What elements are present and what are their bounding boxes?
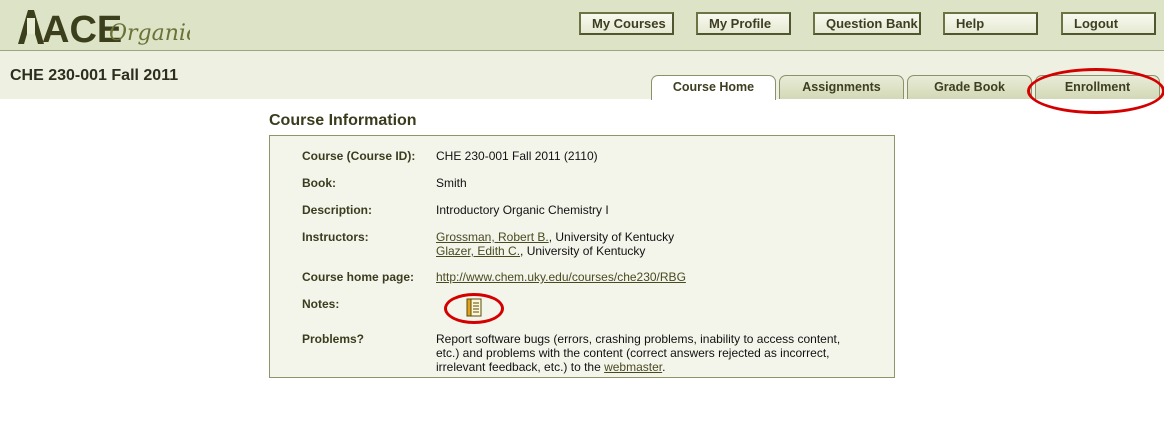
ace-organic-logo[interactable]: ACE Organic xyxy=(14,4,190,48)
my-courses-button[interactable]: My Courses xyxy=(579,12,674,35)
webmaster-link[interactable]: webmaster xyxy=(604,360,662,374)
instructor-1-link[interactable]: Grossman, Robert B. xyxy=(436,230,549,244)
instructor-1: Grossman, Robert B., University of Kentu… xyxy=(436,230,674,244)
top-header: ACE Organic My Courses My Profile Questi… xyxy=(0,0,1164,51)
tab-course-home[interactable]: Course Home xyxy=(651,75,776,100)
description-value: Introductory Organic Chemistry I xyxy=(436,203,609,217)
section-heading: Course Information xyxy=(269,112,417,129)
homepage-label: Course home page: xyxy=(302,270,415,284)
homepage-value: http://www.chem.uky.edu/courses/che230/R… xyxy=(436,270,686,284)
homepage-link[interactable]: http://www.chem.uky.edu/courses/che230/R… xyxy=(436,270,686,284)
problems-line-1: Report software bugs (errors, crashing p… xyxy=(436,332,841,346)
problems-line-3-text: irrelevant feedback, etc.) to the xyxy=(436,360,605,374)
course-id-label: Course (Course ID): xyxy=(302,149,416,163)
instructor-1-affiliation: , University of Kentucky xyxy=(548,230,675,244)
question-bank-button[interactable]: Question Bank xyxy=(813,12,921,35)
instructor-2-affiliation: , University of Kentucky xyxy=(520,244,646,258)
description-label: Description: xyxy=(302,203,373,217)
book-label: Book: xyxy=(302,176,336,190)
problems-line-2: etc.) and problems with the content (cor… xyxy=(436,346,830,360)
tab-assignments[interactable]: Assignments xyxy=(779,75,904,99)
tab-grade-book[interactable]: Grade Book xyxy=(907,75,1032,99)
my-profile-button[interactable]: My Profile xyxy=(696,12,791,35)
course-title: CHE 230-001 Fall 2011 xyxy=(10,67,179,84)
logo-text-organic: Organic xyxy=(109,21,190,46)
logout-button[interactable]: Logout xyxy=(1061,12,1156,35)
course-id-value: CHE 230-001 Fall 2011 (2110) xyxy=(436,149,598,163)
instructor-2-link[interactable]: Glazer, Edith C. xyxy=(436,244,520,258)
problems-line-3-end: . xyxy=(662,360,666,374)
help-button[interactable]: Help xyxy=(943,12,1038,35)
problems-line-3: irrelevant feedback, etc.) to the webmas… xyxy=(436,360,665,374)
instructor-2: Glazer, Edith C., University of Kentucky xyxy=(436,244,645,258)
tab-enrollment[interactable]: Enrollment xyxy=(1035,75,1160,99)
book-value: Smith xyxy=(436,176,467,190)
instructors-label: Instructors: xyxy=(302,230,369,244)
notes-label: Notes: xyxy=(302,297,340,311)
notes-icon[interactable] xyxy=(464,297,484,319)
problems-label: Problems? xyxy=(302,332,365,346)
